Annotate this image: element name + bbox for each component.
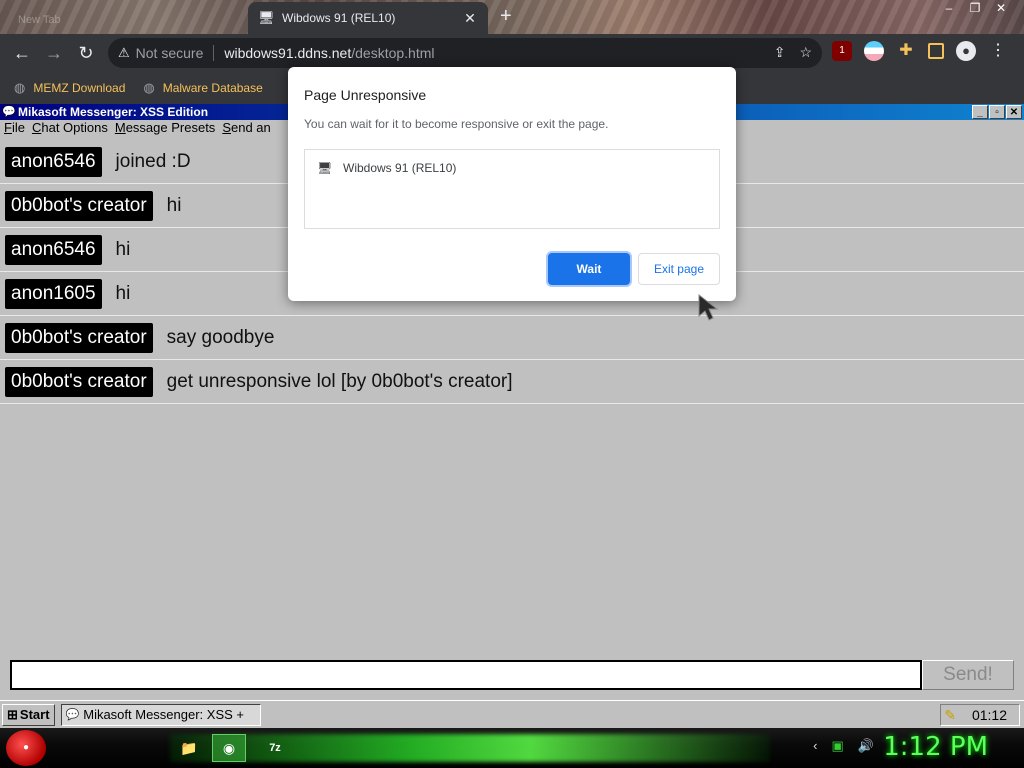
reload-icon[interactable]: ↻ bbox=[70, 37, 102, 69]
forward-arrow-icon[interactable]: → bbox=[38, 37, 70, 69]
angry-bird-start-orb-icon[interactable]: ● bbox=[6, 730, 46, 766]
page-unresponsive-dialog: Page Unresponsive You can wait for it to… bbox=[288, 67, 736, 301]
chat-text: hi bbox=[166, 194, 182, 216]
new-tab-button[interactable]: + bbox=[500, 6, 512, 26]
globe-icon: ◍ bbox=[14, 80, 26, 95]
url-host[interactable]: wibdows91.ddns.net bbox=[224, 45, 351, 61]
messenger-window-controls: _ ▫ ✕ bbox=[972, 105, 1022, 119]
dialog-subtitle: You can wait for it to become responsive… bbox=[304, 117, 609, 131]
profile-avatar-icon[interactable]: ● bbox=[956, 41, 976, 61]
omnibox-actions: ⇪ ☆ bbox=[774, 44, 812, 61]
network-icon[interactable]: ▣ bbox=[832, 738, 844, 754]
messenger-icon: 💬 bbox=[2, 106, 16, 118]
tab-background[interactable]: New Tab bbox=[6, 6, 246, 34]
menu-chat-options[interactable]: Chat Options bbox=[32, 120, 108, 138]
menu-message-presets[interactable]: Message Presets bbox=[115, 120, 215, 138]
minimize-button[interactable]: _ bbox=[972, 105, 988, 119]
bookmark-star-icon[interactable]: ☆ bbox=[799, 44, 812, 61]
send-button[interactable]: Send! bbox=[922, 660, 1014, 690]
chat-text: get unresponsive lol [by 0b0bot's creato… bbox=[166, 370, 513, 392]
security-label[interactable]: Not secure bbox=[136, 45, 204, 61]
tab-close-icon[interactable]: ✕ bbox=[462, 10, 478, 27]
chevron-icon[interactable]: ‹ bbox=[813, 738, 817, 754]
chat-username: anon6546 bbox=[5, 146, 102, 177]
exit-page-button[interactable]: Exit page bbox=[638, 253, 720, 285]
address-bar[interactable]: ⚠ Not secure wibdows91.ddns.net /desktop… bbox=[108, 38, 822, 68]
unresponsive-page-list: 🖥 Wibdows 91 (REL10) bbox=[304, 149, 720, 229]
chat-username: anon1605 bbox=[5, 278, 102, 309]
os-clock[interactable]: 1:12 PM bbox=[883, 732, 988, 762]
chat-text: hi bbox=[115, 238, 131, 260]
menu-send[interactable]: Send an bbox=[222, 120, 270, 138]
w91-taskbar: ⊞ Start 💬 Mikasoft Messenger: XSS + ✎ 01… bbox=[0, 700, 1024, 728]
w91-tray: ✎ 01:12 bbox=[940, 704, 1020, 726]
chat-text: joined :D bbox=[115, 150, 191, 172]
back-arrow-icon[interactable]: ← bbox=[6, 37, 38, 69]
puzzle-extensions-icon[interactable]: ✚ bbox=[896, 41, 916, 61]
wibdows-favicon-icon: 🖥 bbox=[317, 161, 333, 175]
os-tray: ‹ ▣ 🔊 bbox=[813, 738, 874, 754]
ublock-icon[interactable]: 1 bbox=[832, 41, 852, 61]
pen-icon[interactable]: ✎ bbox=[944, 707, 956, 724]
warning-triangle-icon[interactable]: ⚠ bbox=[118, 45, 130, 61]
tab-active[interactable]: 🖥 Wibdows 91 (REL10) ✕ bbox=[248, 2, 488, 34]
menu-file[interactable]: File bbox=[4, 120, 25, 138]
bookmark-malware-database[interactable]: ◍ Malware Database bbox=[143, 80, 262, 96]
messenger-icon: 💬 bbox=[65, 709, 80, 721]
mouse-cursor-icon bbox=[698, 294, 719, 321]
page-item-label: Wibdows 91 (REL10) bbox=[343, 161, 457, 175]
chat-text: say goodbye bbox=[166, 326, 275, 348]
tab-title: Wibdows 91 (REL10) bbox=[282, 11, 396, 25]
bookmark-memz[interactable]: ◍ MEMZ Download bbox=[14, 80, 125, 96]
chrome-icon[interactable]: ◉ bbox=[212, 734, 246, 762]
message-composer: Send! bbox=[0, 656, 1024, 702]
start-label: Start bbox=[19, 707, 50, 722]
sidepanel-icon[interactable] bbox=[928, 43, 944, 59]
flag-extension-icon[interactable] bbox=[864, 41, 884, 61]
minimize-window-button[interactable]: – bbox=[936, 0, 962, 16]
window-controls: – ❐ ✕ bbox=[936, 0, 1014, 16]
restore-window-button[interactable]: ❐ bbox=[962, 0, 988, 16]
bookmark-label: MEMZ Download bbox=[33, 81, 126, 95]
chat-username: anon6546 bbox=[5, 234, 102, 265]
close-window-button[interactable]: ✕ bbox=[988, 0, 1014, 16]
seven-zip-icon[interactable]: 7z bbox=[258, 734, 292, 762]
wibdows-favicon-icon: 🖥 bbox=[258, 10, 275, 25]
bookmark-label: Malware Database bbox=[162, 81, 263, 95]
maximize-button[interactable]: ▫ bbox=[989, 105, 1005, 119]
dialog-title: Page Unresponsive bbox=[304, 87, 427, 103]
start-button[interactable]: ⊞ Start bbox=[2, 703, 55, 726]
tray-clock: 01:12 bbox=[971, 707, 1007, 723]
folder-icon[interactable]: 📁 bbox=[172, 734, 206, 762]
globe-icon: ◍ bbox=[143, 80, 155, 95]
divider bbox=[213, 45, 215, 61]
chat-username: 0b0bot's creator bbox=[5, 366, 153, 397]
taskbar-item-messenger[interactable]: 💬 Mikasoft Messenger: XSS + bbox=[60, 703, 261, 726]
url-path[interactable]: /desktop.html bbox=[351, 45, 434, 61]
chat-message: 0b0bot's creator get unresponsive lol [b… bbox=[0, 360, 1024, 404]
chat-text: hi bbox=[115, 282, 131, 304]
wait-button[interactable]: Wait bbox=[548, 253, 630, 285]
chat-username: 0b0bot's creator bbox=[5, 190, 153, 221]
message-input[interactable] bbox=[10, 660, 922, 690]
menu-kebab-icon[interactable]: ⋮ bbox=[988, 41, 1008, 61]
tab-strip: New Tab 🖥 Wibdows 91 (REL10) ✕ + – ❐ ✕ bbox=[0, 0, 1024, 34]
close-button[interactable]: ✕ bbox=[1006, 105, 1022, 119]
windows-logo-icon: ⊞ bbox=[7, 706, 18, 722]
messenger-title: Mikasoft Messenger: XSS Edition bbox=[18, 105, 209, 119]
share-icon[interactable]: ⇪ bbox=[774, 44, 786, 61]
chat-message: 0b0bot's creator say goodbye bbox=[0, 316, 1024, 360]
volume-icon[interactable]: 🔊 bbox=[858, 738, 874, 754]
os-taskbar: ● 📁 ◉ 7z ‹ ▣ 🔊 1:12 PM bbox=[0, 728, 1024, 768]
chat-username: 0b0bot's creator bbox=[5, 322, 153, 353]
unresponsive-page-item: 🖥 Wibdows 91 (REL10) bbox=[317, 160, 456, 176]
task-label: Mikasoft Messenger: XSS + bbox=[83, 707, 244, 722]
extension-icons: 1 ✚ ● ⋮ bbox=[832, 41, 1008, 61]
